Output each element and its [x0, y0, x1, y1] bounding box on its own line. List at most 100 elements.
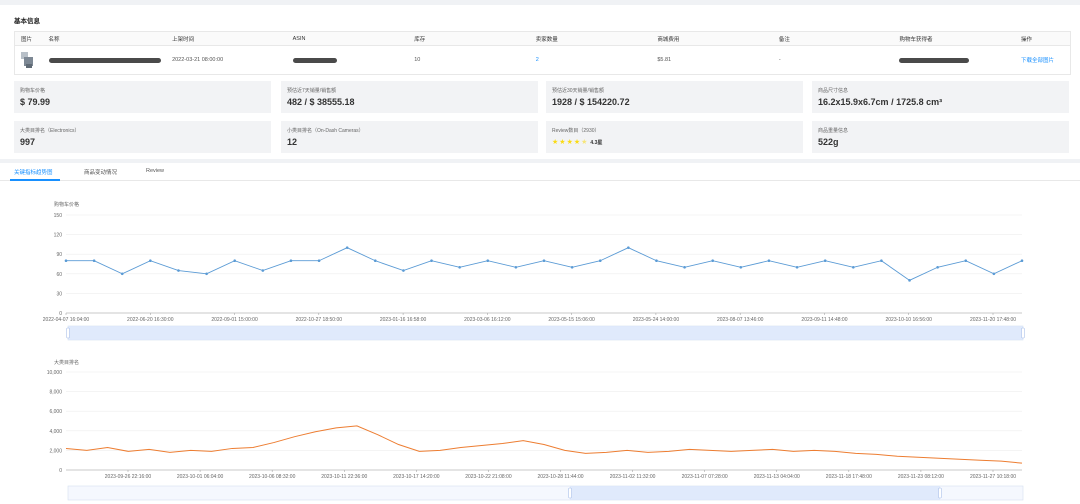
x-tick-label: 2023-10-28 11:44:00 — [537, 474, 583, 480]
chart-ylabel: 购物车价格 — [54, 201, 79, 208]
product-name-redacted — [43, 46, 167, 74]
data-point — [149, 259, 152, 263]
trend-charts: 购物车价格 0 30 60 90 120 150 2022-04-07 16:04:00 202… — [43, 201, 1025, 501]
data-point — [289, 259, 293, 263]
x-tick-label: 2023-11-20 17:48:00 — [970, 317, 1016, 323]
header-sellers: 卖家数量 — [535, 36, 558, 43]
basic-info-panel: 基本信息 图片 名称 上架时间 ASIN 库存 卖家数量 商城费用 备注 购物车… — [0, 5, 1080, 159]
data-point — [1020, 259, 1024, 263]
x-tick-label: 2023-10-10 16:56:00 — [886, 317, 933, 323]
data-point — [795, 265, 799, 269]
remark-value: - — [778, 57, 781, 63]
section-title: 基本信息 — [14, 18, 40, 25]
table-header: 图片 名称 上架时间 ASIN 库存 卖家数量 商城费用 备注 购物车获得者 操… — [15, 32, 1070, 46]
sellers-link[interactable]: 2 — [530, 46, 652, 74]
data-point — [964, 259, 968, 263]
header-remark: 备注 — [778, 36, 790, 43]
data-point — [655, 259, 658, 263]
y-tick-label: 30 — [56, 291, 62, 297]
stat-label: 购物车价格 — [20, 88, 46, 94]
data-point — [823, 259, 827, 263]
x-tick-label: 2022-10-27 18:50:00 — [296, 317, 343, 323]
x-tick-label: 2022-04-07 16:04:00 — [43, 317, 90, 323]
x-tick-label: 2023-11-23 08:12:00 — [898, 474, 944, 480]
y-tick-label: 2,000 — [49, 448, 62, 454]
stat-card-30day-sales: 预估近30天销量/销售额 1928 / $ 154220.72 — [546, 81, 803, 113]
y-tick-label: 4,000 — [49, 429, 62, 435]
data-point — [233, 259, 237, 263]
stat-value: 12 — [287, 137, 298, 147]
star-icon: ★ — [552, 139, 559, 146]
half-star-icon: ★ — [581, 139, 588, 146]
stat-value: $ 79.99 — [20, 97, 51, 107]
zoom-slider-selection[interactable] — [68, 326, 1023, 340]
data-point — [430, 259, 433, 263]
zoom-slider-selection[interactable] — [570, 486, 940, 500]
stat-label: 商品重量信息 — [818, 128, 849, 134]
data-point — [402, 269, 405, 272]
data-point — [851, 265, 855, 269]
product-table: 图片 名称 上架时间 ASIN 库存 卖家数量 商城费用 备注 购物车获得者 操… — [14, 31, 1071, 75]
header-image: 图片 — [21, 36, 33, 43]
stat-label: 小类目排名（On-Dash Cameras） — [287, 128, 364, 134]
zoom-slider-handle[interactable] — [568, 487, 572, 499]
zoom-slider-handle[interactable] — [1021, 327, 1025, 339]
header-launch-time: 上架时间 — [172, 36, 195, 43]
y-tick-label: 10,000 — [47, 370, 63, 376]
stat-value: 997 — [20, 137, 36, 147]
data-point — [64, 259, 68, 263]
header-buybox: 购物车获得者 — [899, 36, 933, 43]
y-tick-label: 60 — [56, 272, 62, 278]
zoom-slider-handle[interactable] — [938, 487, 942, 499]
download-images-link[interactable]: 下载全部图片 — [1015, 46, 1070, 74]
stat-label: 预估近30天销量/销售额 — [552, 88, 604, 94]
x-tick-label: 2023-11-27 10:18:00 — [970, 474, 1016, 480]
stat-card-weight: 商品重量信息 522g — [812, 121, 1069, 153]
stat-card-main-rank: 大类目排名（Electronics） 997 — [14, 121, 271, 153]
data-point — [486, 259, 490, 263]
x-tick-label: 2023-01-16 16:58:00 — [380, 317, 427, 323]
table-row: 2022-03-21 08:00:00 10 2 $5.81 - 下载全部图片 — [15, 46, 1070, 74]
x-tick-label: 2023-10-06 08:32:00 — [249, 474, 296, 480]
x-tick-label: 2023-11-18 17:48:00 — [826, 474, 872, 480]
zoom-slider-handle[interactable] — [66, 327, 70, 339]
x-tick-label: 2023-05-24 14:00:00 — [633, 317, 680, 323]
header-action: 操作 — [1021, 36, 1033, 43]
fee-value: $5.81 — [657, 57, 672, 63]
tab-review[interactable]: Review — [146, 168, 164, 174]
x-tick-label: 2023-09-11 14:48:00 — [801, 317, 847, 323]
y-tick-label: 0 — [59, 468, 62, 474]
stock-value: 10 — [414, 57, 421, 63]
x-tick-label: 2023-10-17 14:20:00 — [393, 474, 440, 480]
star-icon: ★ — [566, 139, 573, 146]
series-line — [66, 247, 1023, 281]
data-point — [261, 269, 265, 272]
data-point — [458, 265, 461, 269]
y-tick-label: 120 — [54, 233, 63, 239]
series-line — [65, 425, 1023, 464]
stat-card-reviews: Review数目（2930） ★ ★ ★ ★ ★ 4.3星 — [546, 121, 803, 153]
data-point — [177, 269, 180, 272]
product-thumbnail[interactable] — [15, 46, 43, 74]
y-tick-label: 6,000 — [49, 409, 62, 415]
tab-product-changes[interactable]: 商品变动情况 — [84, 168, 117, 176]
data-point — [767, 259, 771, 263]
stat-value: 16.2x15.9x6.7cm / 1725.8 cm³ — [818, 97, 943, 107]
x-tick-label: 2023-10-22 21:08:00 — [465, 474, 512, 480]
data-point — [711, 259, 715, 263]
x-tick-label: 2023-10-11 22:36:00 — [321, 474, 367, 480]
x-tick-label: 2023-11-02 11:32:00 — [610, 474, 656, 480]
y-tick-label: 90 — [56, 252, 62, 258]
buybox-redacted — [893, 46, 1015, 74]
stat-value: 522g — [818, 137, 839, 147]
x-tick-label: 2023-03-06 16:12:00 — [464, 317, 511, 323]
tab-key-metrics[interactable]: 关键指标趋势图 — [14, 168, 53, 176]
stat-value: 1928 / $ 154220.72 — [552, 97, 630, 107]
stat-label: Review数目（2930） — [552, 128, 600, 134]
star-icon: ★ — [573, 139, 581, 146]
data-point — [992, 272, 996, 276]
data-point — [880, 259, 883, 263]
stat-label: 商品尺寸信息 — [818, 88, 849, 94]
launch-time: 2022-03-21 08:00:00 — [172, 57, 224, 63]
data-point — [683, 265, 686, 269]
